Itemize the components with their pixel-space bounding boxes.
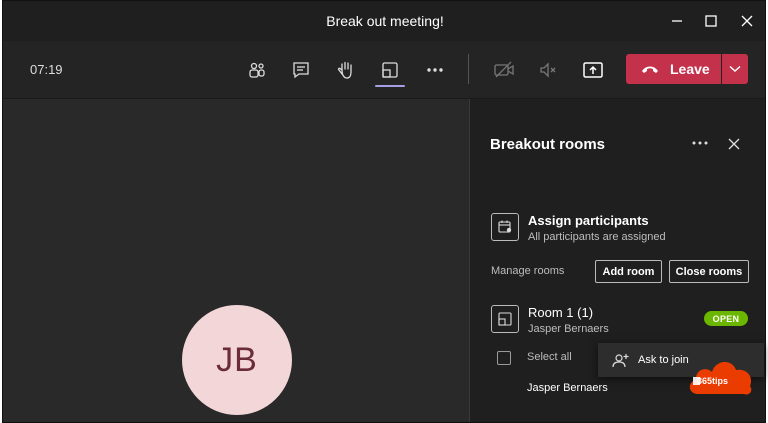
hang-up-icon: [642, 66, 658, 73]
speaker-muted-icon: [540, 62, 556, 78]
panel-more-options-button[interactable]: [688, 135, 712, 151]
select-all-checkbox[interactable]: [497, 351, 511, 365]
chevron-down-icon: [729, 65, 741, 73]
room-participants: Jasper Bernaers: [528, 323, 609, 335]
minimize-icon: [672, 20, 682, 22]
breakout-room-icon: [498, 312, 512, 326]
leave-options-button[interactable]: [722, 54, 748, 84]
active-tab-indicator: [375, 85, 405, 87]
minimize-button[interactable]: [663, 9, 691, 33]
share-tray-icon: [583, 62, 603, 78]
calendar-people-icon: [498, 220, 512, 233]
meeting-timer: 07:19: [30, 62, 63, 77]
people-icon: [249, 62, 265, 78]
mic-toggle-button[interactable]: [535, 57, 561, 83]
close-icon: [728, 138, 740, 150]
leave-label: Leave: [670, 61, 710, 77]
ask-to-join-label: Ask to join: [638, 354, 689, 366]
assign-participants-status: All participants are assigned: [528, 231, 666, 243]
watermark-text: 365tips: [697, 376, 729, 386]
more-icon: [692, 141, 708, 145]
person-add-icon: [612, 354, 629, 368]
manage-rooms-label: Manage rooms: [491, 265, 565, 277]
close-rooms-button[interactable]: Close rooms: [669, 260, 749, 283]
chat-button[interactable]: [288, 57, 314, 83]
meeting-toolbar: 07:19 Leave: [3, 41, 765, 99]
breakout-rooms-icon: [382, 62, 398, 78]
assign-participants-title: Assign participants: [528, 213, 649, 228]
toolbar-divider: [468, 54, 469, 84]
more-actions-button[interactable]: [422, 57, 448, 83]
room-icon-box[interactable]: [491, 305, 519, 333]
raise-hand-button[interactable]: [333, 57, 359, 83]
panel-title: Breakout rooms: [490, 136, 606, 153]
participants-button[interactable]: [244, 57, 270, 83]
breakout-rooms-button[interactable]: [377, 57, 403, 83]
camera-toggle-button[interactable]: [491, 57, 517, 83]
chat-icon: [293, 62, 309, 79]
camera-off-icon: [494, 61, 514, 78]
room-member-name: Jasper Bernaers: [527, 382, 608, 394]
title-bar: Break out meeting!: [3, 1, 765, 41]
room-title[interactable]: Room 1 (1): [528, 305, 593, 320]
close-window-button[interactable]: [733, 9, 761, 33]
video-stage: JB: [3, 99, 469, 422]
select-all-label: Select all: [527, 351, 572, 363]
participant-avatar: JB: [182, 305, 292, 415]
panel-close-button[interactable]: [725, 135, 743, 153]
maximize-icon: [705, 15, 717, 27]
maximize-button[interactable]: [697, 9, 725, 33]
window-title: Break out meeting!: [326, 13, 444, 29]
leave-button[interactable]: Leave: [626, 54, 721, 84]
assign-participants-button[interactable]: [491, 213, 519, 241]
add-room-button[interactable]: Add room: [595, 260, 662, 283]
hand-icon: [337, 61, 352, 79]
room-status-badge: OPEN: [704, 311, 748, 326]
close-icon: [741, 15, 753, 27]
share-screen-button[interactable]: [580, 57, 606, 83]
more-icon: [427, 68, 443, 72]
